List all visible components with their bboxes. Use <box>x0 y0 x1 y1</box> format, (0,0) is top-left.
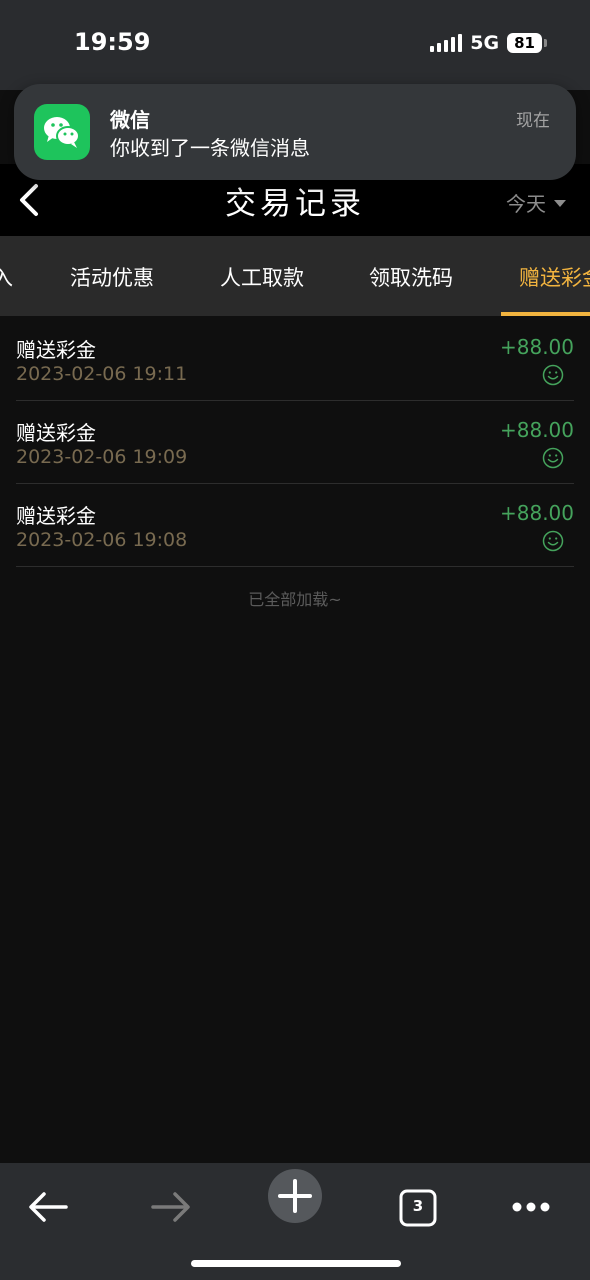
notification-time: 现在 <box>516 111 550 131</box>
list-item[interactable]: 赠送彩金 2023-02-06 19:09 +88.00 <box>16 401 574 484</box>
caret-down-icon <box>554 200 566 207</box>
date-filter-dropdown[interactable]: 今天 <box>506 188 566 217</box>
back-nav-button[interactable] <box>20 1175 76 1231</box>
smile-icon <box>542 447 564 469</box>
record-type: 赠送彩金 <box>16 504 96 528</box>
status-time: 19:59 <box>74 28 151 56</box>
tabs-button[interactable]: 3 <box>390 1175 446 1231</box>
record-time: 2023-02-06 19:11 <box>16 363 188 385</box>
tab-activity-promo[interactable]: 活动优惠 <box>70 262 154 292</box>
more-dots-icon <box>512 1202 550 1212</box>
menu-button[interactable] <box>503 1175 559 1231</box>
tab-bonus-gift[interactable]: 赠送彩金 <box>519 262 590 292</box>
status-bar: 19:59 5G 81 <box>0 0 590 90</box>
record-amount: +88.00 <box>499 418 574 442</box>
status-indicators: 5G 81 <box>430 32 547 54</box>
wechat-icon <box>34 104 90 160</box>
tab-rebate-claim[interactable]: 领取洗码 <box>369 262 453 292</box>
record-time: 2023-02-06 19:09 <box>16 446 188 468</box>
arrow-left-icon <box>29 1192 68 1222</box>
list-item[interactable]: 赠送彩金 2023-02-06 19:08 +88.00 <box>16 484 574 567</box>
plus-icon <box>268 1169 322 1223</box>
record-amount: +88.00 <box>499 501 574 525</box>
smile-icon <box>542 364 564 386</box>
tab-partial[interactable]: 入 <box>0 262 13 292</box>
tab-bar: 入 活动优惠 人工取款 领取洗码 赠送彩金 <box>0 236 590 316</box>
page-title: 交易记录 <box>225 186 365 222</box>
load-status: 已全部加载~ <box>248 590 342 609</box>
home-indicator <box>191 1260 401 1267</box>
notification-app-name: 微信 <box>110 108 150 132</box>
battery-icon: 81 <box>507 33 547 53</box>
notification-message: 你收到了一条微信消息 <box>110 136 310 160</box>
record-type: 赠送彩金 <box>16 421 96 445</box>
smile-icon <box>542 530 564 552</box>
list-item[interactable]: 赠送彩金 2023-02-06 19:11 +88.00 <box>16 318 574 401</box>
active-tab-indicator <box>501 312 590 316</box>
record-type: 赠送彩金 <box>16 338 96 362</box>
network-type: 5G <box>470 32 500 54</box>
transaction-list: 赠送彩金 2023-02-06 19:11 +88.00 赠送彩金 2023-0… <box>16 318 574 567</box>
tab-count: 3 <box>412 1197 424 1215</box>
record-time: 2023-02-06 19:08 <box>16 529 188 551</box>
signal-icon <box>430 34 463 52</box>
tab-manual-withdrawal[interactable]: 人工取款 <box>220 262 304 292</box>
record-amount: +88.00 <box>499 335 574 359</box>
forward-nav-button[interactable] <box>143 1175 199 1231</box>
new-tab-button[interactable] <box>266 1167 324 1225</box>
wechat-notification[interactable]: 微信 你收到了一条微信消息 现在 <box>14 84 576 180</box>
arrow-right-icon <box>151 1192 190 1222</box>
date-filter-label: 今天 <box>506 192 546 216</box>
